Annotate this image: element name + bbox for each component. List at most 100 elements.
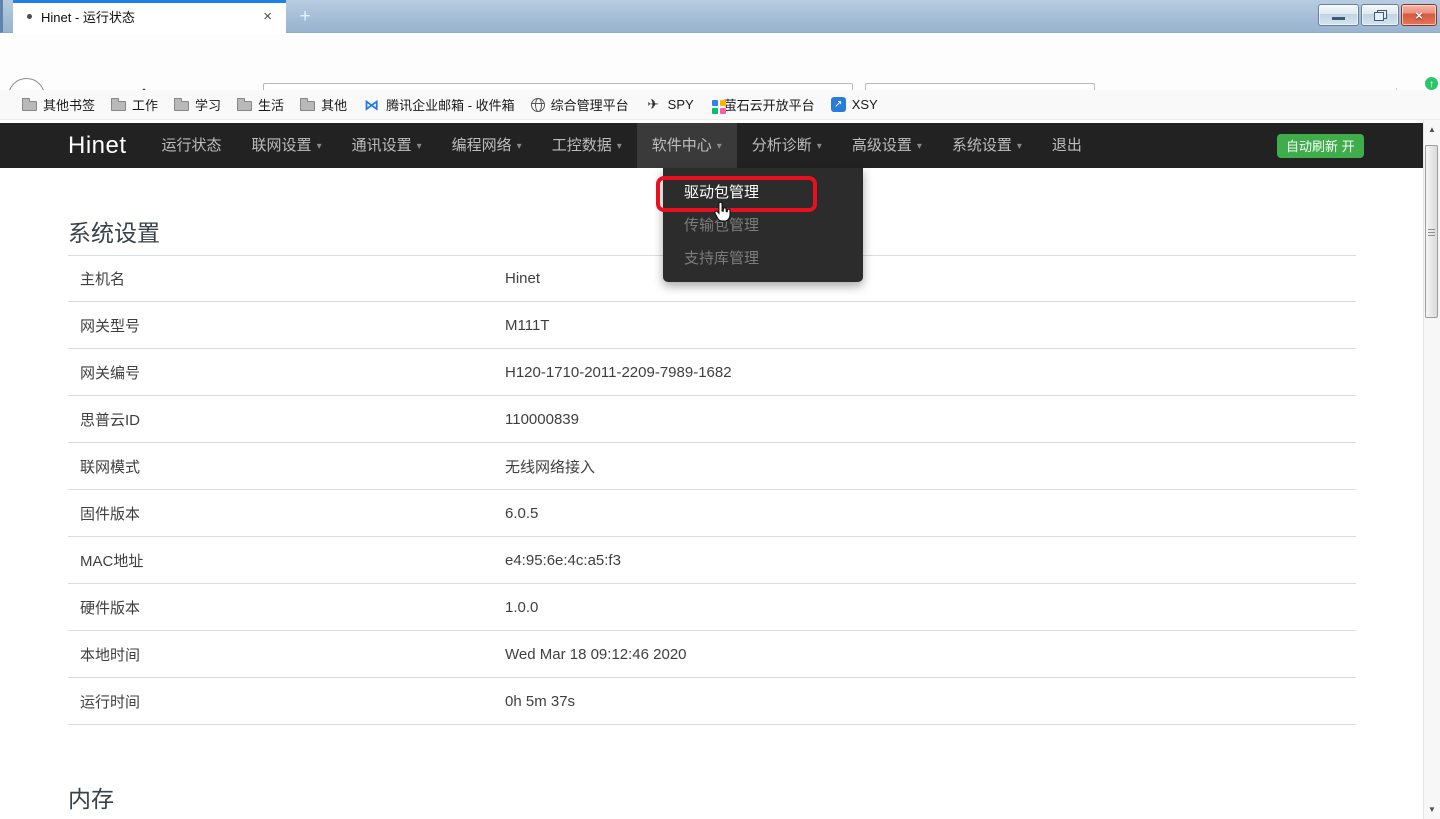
- site-nav-item[interactable]: 运行状态▾: [147, 123, 237, 168]
- row-value: 0h 5m 37s: [505, 693, 575, 710]
- row-label: 固件版本: [68, 503, 505, 524]
- site-nav-item[interactable]: 工控数据▾: [537, 123, 637, 168]
- bookmark-icon: [363, 98, 380, 112]
- minimize-button[interactable]: [1318, 4, 1359, 26]
- chevron-down-icon: ▾: [617, 141, 622, 152]
- bookmark-item[interactable]: 萤石云开放平台: [702, 92, 823, 117]
- row-label: 硬件版本: [68, 597, 505, 618]
- chevron-down-icon: ▾: [417, 141, 422, 152]
- bookmark-label: 腾讯企业邮箱 - 收件箱: [386, 95, 515, 114]
- row-label: 网关型号: [68, 315, 505, 336]
- table-row: 联网模式 无线网络接入: [68, 443, 1356, 490]
- site-logo[interactable]: Hinet: [68, 132, 127, 160]
- bookmark-label: 其他: [321, 95, 347, 114]
- row-value: M111T: [505, 317, 549, 334]
- page-scrollbar[interactable]: ▲ ▼: [1423, 120, 1440, 819]
- chevron-down-icon: ▾: [817, 141, 822, 152]
- chevron-down-icon: ▾: [317, 141, 322, 152]
- page-content: Hinet 运行状态▾ 联网设置▾ 通讯设置▾ 编程网络▾ 工控数据▾ 软件中心…: [0, 120, 1440, 819]
- restore-button[interactable]: [1361, 4, 1399, 26]
- annotation-highlight-box: [656, 176, 817, 212]
- active-tab-stripe: [13, 0, 286, 3]
- row-value: 6.0.5: [505, 505, 538, 522]
- bookmark-icon: [111, 101, 126, 111]
- bookmark-icon: [645, 98, 662, 112]
- site-nav-item[interactable]: 编程网络▾: [437, 123, 537, 168]
- bookmark-icon: [22, 101, 37, 111]
- scroll-down-arrow[interactable]: ▼: [1424, 801, 1440, 818]
- bookmark-item[interactable]: 其他书签: [14, 92, 103, 117]
- bookmark-item[interactable]: SPY: [637, 94, 702, 115]
- site-nav-item[interactable]: 高级设置▾: [837, 123, 937, 168]
- table-row: 网关型号 M111T: [68, 302, 1356, 349]
- hand-cursor-icon: [712, 200, 734, 225]
- row-label: 联网模式: [68, 456, 505, 477]
- table-row: 网关编号 H120-1710-2011-2209-7989-1682: [68, 349, 1356, 396]
- system-info-table: 主机名 Hinet 网关型号 M111T 网关编号 H120-1710-2011…: [68, 255, 1356, 725]
- new-tab-button[interactable]: +: [291, 4, 319, 30]
- tab-close-icon[interactable]: ×: [257, 6, 278, 27]
- row-value: H120-1710-2011-2209-7989-1682: [505, 364, 732, 381]
- site-nav-item[interactable]: 联网设置▾: [237, 123, 337, 168]
- bookmark-label: 综合管理平台: [551, 95, 629, 114]
- site-nav-item[interactable]: 软件中心▾: [637, 123, 737, 168]
- dropdown-menu-item[interactable]: 支持库管理: [663, 242, 863, 275]
- bookmark-item[interactable]: 其他: [292, 92, 355, 117]
- chevron-down-icon: ▾: [717, 141, 722, 152]
- bookmark-label: 萤石云开放平台: [724, 95, 815, 114]
- site-nav-item[interactable]: 退出▾: [1037, 123, 1097, 168]
- table-row: 本地时间 Wed Mar 18 09:12:46 2020: [68, 631, 1356, 678]
- bookmark-label: 生活: [258, 95, 284, 114]
- site-nav-item[interactable]: 通讯设置▾: [337, 123, 437, 168]
- bookmark-item[interactable]: 学习: [166, 92, 229, 117]
- row-value: Wed Mar 18 09:12:46 2020: [505, 646, 687, 663]
- row-value: e4:95:6e:4c:a5:f3: [505, 552, 621, 569]
- navigation-toolbar: ← → × 192.168.9.99/cgi-bin/luci: [0, 34, 1440, 90]
- section-title-memory: 内存: [68, 780, 114, 814]
- row-value: 无线网络接入: [505, 456, 595, 477]
- auto-refresh-toggle[interactable]: 自动刷新 开: [1277, 134, 1364, 158]
- bookmark-label: 工作: [132, 95, 158, 114]
- minimize-icon: [1332, 17, 1345, 20]
- bookmark-item[interactable]: 生活: [229, 92, 292, 117]
- row-value: 1.0.0: [505, 599, 538, 616]
- row-label: 本地时间: [68, 644, 505, 665]
- table-row: 思普云ID 110000839: [68, 396, 1356, 443]
- bookmark-item[interactable]: XSY: [823, 94, 886, 115]
- browser-tab[interactable]: Hinet - 运行状态 ×: [13, 0, 286, 33]
- scroll-up-arrow[interactable]: ▲: [1424, 121, 1440, 138]
- chevron-down-icon: ▾: [517, 141, 522, 152]
- bookmark-item[interactable]: 综合管理平台: [523, 92, 637, 117]
- bookmark-item[interactable]: 工作: [103, 92, 166, 117]
- table-row: 硬件版本 1.0.0: [68, 584, 1356, 631]
- site-nav-item[interactable]: 系统设置▾: [937, 123, 1037, 168]
- bookmark-icon: [174, 101, 189, 111]
- update-badge-icon: ↑: [1424, 76, 1439, 91]
- bookmark-label: SPY: [668, 97, 694, 112]
- site-nav-item[interactable]: 分析诊断▾: [737, 123, 837, 168]
- scrollbar-grip: [1428, 232, 1435, 233]
- table-row: 运行时间 0h 5m 37s: [68, 678, 1356, 725]
- section-title-system: 系统设置: [68, 214, 160, 248]
- bookmark-item[interactable]: 腾讯企业邮箱 - 收件箱: [355, 92, 523, 117]
- row-value: Hinet: [505, 270, 540, 287]
- close-window-icon: ×: [1415, 8, 1423, 23]
- row-value: 110000839: [505, 411, 579, 428]
- bookmark-icon: [300, 101, 315, 111]
- row-label: 运行时间: [68, 691, 505, 712]
- bookmark-icon: [831, 97, 846, 112]
- bookmark-label: XSY: [852, 97, 878, 112]
- dropdown-menu-item[interactable]: 传输包管理: [663, 209, 863, 242]
- site-navbar: Hinet 运行状态▾ 联网设置▾ 通讯设置▾ 编程网络▾ 工控数据▾ 软件中心…: [0, 123, 1423, 168]
- browser-window: Hinet - 运行状态 × + × ← → ×: [0, 0, 1440, 819]
- scrollbar-thumb[interactable]: [1425, 145, 1438, 318]
- row-label: MAC地址: [68, 550, 505, 571]
- bookmark-icon: [531, 98, 545, 112]
- table-row: 固件版本 6.0.5: [68, 490, 1356, 537]
- close-window-button[interactable]: ×: [1401, 4, 1437, 26]
- row-label: 主机名: [68, 268, 505, 289]
- chevron-down-icon: ▾: [1017, 141, 1022, 152]
- tab-favicon: [27, 14, 32, 19]
- row-label: 网关编号: [68, 362, 505, 383]
- bookmarks-bar: 其他书签 工作 学习 生活 其他 腾讯企: [0, 90, 1440, 120]
